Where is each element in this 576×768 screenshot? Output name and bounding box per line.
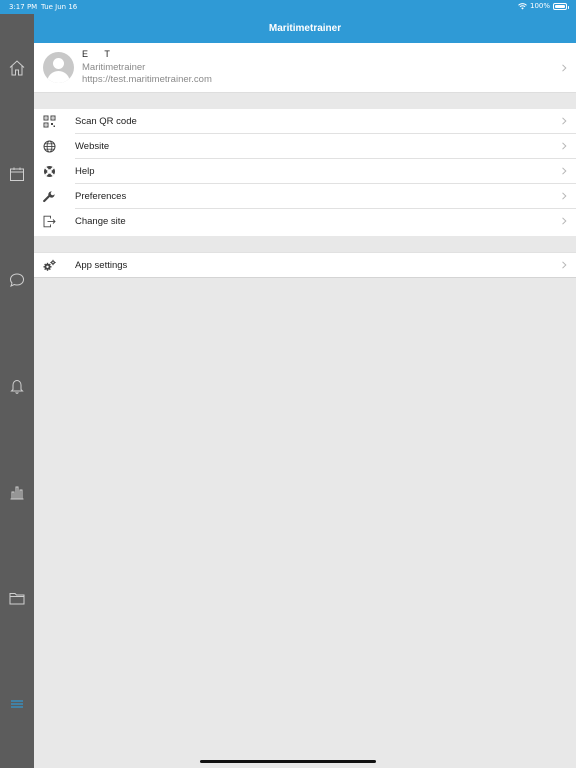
menu-item-label: Scan QR code [75, 116, 137, 127]
home-icon[interactable] [8, 59, 26, 77]
menu-item-label: Help [75, 166, 95, 177]
chevron-right-icon [562, 167, 567, 175]
chevron-right-icon [562, 217, 567, 225]
cogs-icon [43, 259, 56, 271]
page-title: Maritimetrainer [34, 14, 576, 43]
bell-icon[interactable] [8, 377, 26, 395]
menu-item-label: App settings [75, 260, 128, 271]
profile-site-name: Maritimetrainer [82, 62, 146, 73]
home-indicator[interactable] [200, 760, 376, 763]
chevron-right-icon [562, 142, 567, 150]
menu-item-help[interactable]: Help [34, 159, 576, 184]
chevron-right-icon [562, 261, 567, 269]
chevron-right-icon [562, 117, 567, 125]
chat-icon[interactable] [8, 271, 26, 289]
wrench-icon [43, 191, 55, 203]
status-right: 100% [518, 2, 569, 10]
menu-item-scan-qr[interactable]: Scan QR code [34, 109, 576, 134]
menu-item-label: Website [75, 141, 110, 152]
wifi-icon [518, 2, 527, 9]
qr-code-icon [43, 115, 56, 128]
life-ring-icon [44, 166, 55, 177]
menu-item-website[interactable]: Website [34, 134, 576, 159]
status-date: Tue Jun 16 [41, 3, 78, 11]
folder-icon[interactable] [8, 589, 26, 607]
sidebar [0, 14, 34, 768]
menu-item-label: Change site [75, 216, 126, 227]
menu-item-app-settings[interactable]: App settings [34, 253, 576, 277]
avatar [43, 52, 74, 83]
sign-out-icon [43, 215, 56, 228]
chevron-right-icon [562, 64, 567, 72]
profile-row[interactable]: E T Maritimetrainer https://test.maritim… [34, 43, 576, 93]
calendar-icon[interactable] [8, 165, 26, 183]
app-settings-row[interactable]: App settings [34, 252, 576, 278]
menu-icon[interactable] [8, 695, 26, 713]
menu-item-label: Preferences [75, 191, 127, 202]
profile-site-url: https://test.maritimetrainer.com [82, 74, 212, 85]
battery-percent: 100% [529, 2, 550, 10]
globe-icon [43, 140, 56, 153]
menu-list: Scan QR code Website Help Preferences Ch… [34, 109, 576, 236]
menu-item-preferences[interactable]: Preferences [34, 184, 576, 209]
battery-icon [553, 2, 569, 10]
status-bar: 3:17 PM Tue Jun 16 100% [0, 0, 576, 14]
profile-name: E T [82, 49, 110, 59]
status-time: 3:17 PM [9, 3, 38, 11]
menu-item-change-site[interactable]: Change site [34, 209, 576, 234]
bar-chart-icon[interactable] [8, 483, 26, 501]
chevron-right-icon [562, 192, 567, 200]
